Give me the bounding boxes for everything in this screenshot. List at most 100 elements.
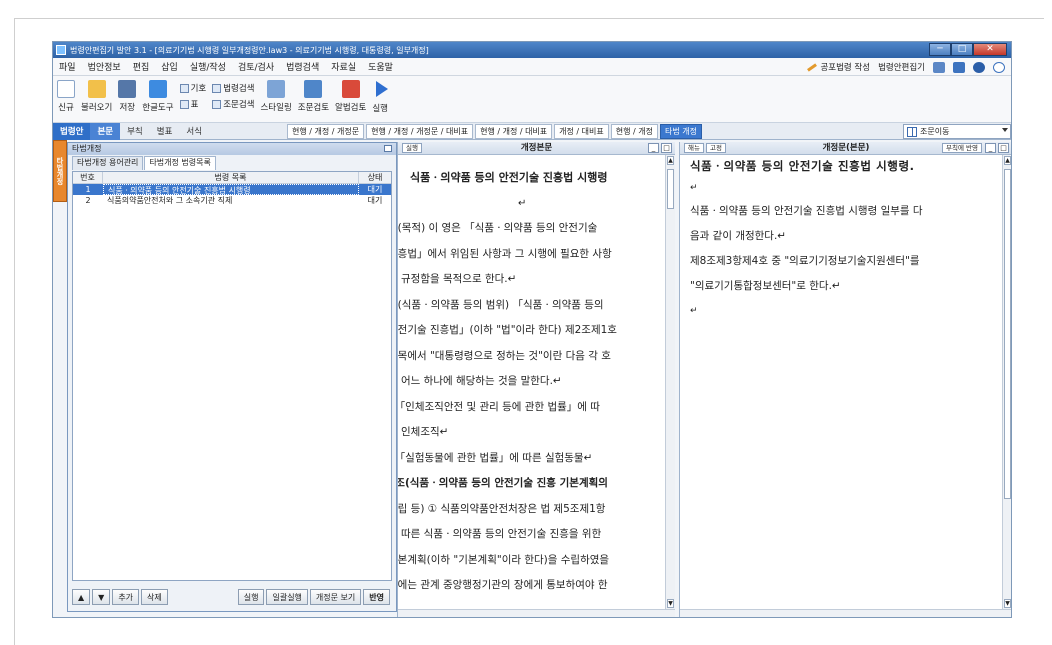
info-icon[interactable] (993, 61, 1005, 73)
revision-text-document[interactable]: 식품ㆍ의약품 등의 안전기술 진흥법 시행령. ↵ 식품ㆍ의약품 등의 안전기술… (690, 155, 1000, 609)
style-button[interactable]: 스타일링 (260, 80, 292, 113)
horizontal-scrollbar[interactable] (398, 609, 675, 617)
tab-current-revised-comparison[interactable]: 현행 / 개정 / 대비표 (475, 123, 553, 139)
users-icon[interactable] (953, 61, 965, 73)
add-button[interactable]: 추가 (112, 589, 140, 605)
tab-current-revised-text[interactable]: 현행 / 개정 / 개정문 (287, 123, 365, 139)
chevron-down-icon (1002, 128, 1008, 132)
tab-addenda[interactable]: 부칙 (120, 123, 150, 140)
menu-library[interactable]: 자료실 (325, 60, 362, 73)
panel-title: 타법개정 (72, 144, 102, 153)
pen-icon (807, 62, 818, 72)
vertical-scrollbar-2[interactable]: ▲ ▼ (1002, 155, 1011, 609)
tab-revised-comparison[interactable]: 개정 / 대비표 (554, 123, 609, 139)
row-no: 1 (85, 185, 91, 194)
menu-bill-info[interactable]: 법안정보 (82, 60, 127, 73)
doc-line: 제8조제3항제4호 중 "의료기기정보기술지원센터"를 (690, 255, 920, 267)
run-panel-button[interactable]: 실행 (237, 589, 265, 605)
pane-minimize-button[interactable]: _ (648, 143, 659, 153)
hangul-tool-label: 한글도구 (142, 103, 174, 113)
horizontal-scrollbar-2[interactable] (680, 609, 1011, 617)
doc-line: 의 어느 하나에 해당하는 것을 말한다.↵ (398, 375, 562, 387)
tab-terms-management[interactable]: 타법개정 용어관리 (72, 156, 144, 170)
doc-line: 안전기술 진흥법」(이하 "법"이라 한다) 제2조제1호 (398, 324, 617, 336)
vertical-scrollbar[interactable]: ▲ ▼ (665, 155, 675, 609)
doc-line: ↵ (690, 306, 698, 316)
open-label: 불러오기 (81, 103, 113, 113)
article-search-button[interactable]: 조문검색 (212, 98, 254, 110)
scroll-up-icon[interactable]: ▲ (1004, 156, 1011, 165)
tab-bill[interactable]: 법령안 (53, 122, 91, 140)
subordinate-review-label: 알법검토 (335, 103, 367, 113)
doc-line: 진흥법」에서 위임된 사항과 그 시행에 필요한 사항 (398, 247, 612, 260)
article-review-button[interactable]: 조문검토 (298, 80, 329, 113)
save-button[interactable]: 저장 (118, 80, 137, 113)
tab-body[interactable]: 본문 (90, 122, 121, 140)
row-law-name: 식품의약품안전처와 그 소속기관 직제 (107, 196, 233, 205)
column-law-list[interactable]: 법령 목록 (103, 172, 359, 183)
view-revision-button[interactable]: 개정문 보기 (309, 589, 362, 605)
tab-other-law-revision[interactable]: 타법 개정 (660, 123, 702, 139)
delete-button[interactable]: 삭제 (141, 589, 168, 605)
law-search-button[interactable]: 법령검색 (212, 82, 254, 94)
new-button[interactable]: 신규 (57, 80, 75, 113)
pane2-minimize-button[interactable]: _ (985, 143, 996, 153)
menu-help[interactable]: 도움말 (362, 60, 399, 73)
move-up-button[interactable]: ▲ (72, 589, 91, 605)
tab-current-revised[interactable]: 현행 / 개정 (610, 123, 658, 139)
vertical-tab-other-law[interactable]: 타법개정 (53, 140, 67, 202)
scroll-down-icon[interactable]: ▼ (667, 599, 674, 608)
menu-edit[interactable]: 편집 (127, 60, 156, 73)
minimize-button[interactable]: ─ (929, 43, 951, 56)
tab-law-list[interactable]: 타법개정 법령목록 (144, 156, 216, 170)
menu-law-search[interactable]: 법령검색 (280, 60, 325, 73)
column-status[interactable]: 상태 (359, 172, 391, 183)
article-review-icon (304, 80, 323, 98)
flag-icon[interactable] (933, 61, 945, 73)
tab-appendix[interactable]: 별표 (150, 123, 180, 140)
doc-line: 른 인체조직↵ (398, 426, 449, 438)
gear-icon[interactable] (973, 61, 985, 73)
menu-run-create[interactable]: 실행/작성 (184, 60, 232, 73)
column-no[interactable]: 번호 (73, 172, 103, 183)
new-label: 신규 (58, 103, 74, 113)
doc-line: 3조(식품ㆍ의약품 등의 안전기술 진흥 기본계획의 (398, 477, 608, 489)
subordinate-review-button[interactable]: 알법검토 (335, 80, 366, 113)
close-button[interactable]: ✕ (973, 43, 1007, 56)
promulgation-button[interactable]: 공포법령 작성 (807, 61, 870, 73)
reflect-addenda-button[interactable]: 부칙에 반영 (942, 143, 982, 153)
batch-run-button[interactable]: 일괄실행 (266, 589, 308, 605)
run-button[interactable]: 실행 (372, 80, 388, 114)
open-button[interactable]: 불러오기 (81, 80, 112, 113)
page-border-top (14, 18, 1044, 19)
table-row[interactable]: 2 식품의약품안전처와 그 소속기관 직제 대기 (73, 195, 391, 206)
symbol-button[interactable]: 기호 (179, 82, 206, 94)
article-move-select[interactable]: 조문이동 (903, 124, 1011, 139)
doc-line: 식품ㆍ의약품 등의 안전기술 진흥법 시행령 일부를 다 (690, 205, 923, 217)
menu-file[interactable]: 파일 (53, 60, 82, 73)
scroll-up-icon[interactable]: ▲ (667, 156, 674, 165)
symbol-icon (179, 83, 189, 93)
revised-body-document[interactable]: 식품ㆍ의약품 등의 안전기술 진흥법 시행령 ↵ 조(목적) 이 영은 「식품ㆍ… (398, 155, 665, 609)
hangul-tool-button[interactable]: 한글도구 (142, 80, 174, 113)
table-button[interactable]: 표 (179, 98, 207, 110)
scroll-down-icon[interactable]: ▼ (1004, 599, 1011, 608)
row-status: 대기 (367, 196, 383, 205)
menu-insert[interactable]: 삽입 (155, 60, 184, 73)
pane-maximize-button[interactable]: □ (661, 143, 672, 153)
style-icon (267, 80, 286, 98)
law-search-icon (212, 83, 222, 93)
tab-form[interactable]: 서식 (179, 123, 209, 140)
menu-review[interactable]: 검토/검사 (232, 60, 280, 73)
move-down-button[interactable]: ▼ (92, 589, 111, 605)
scroll-thumb[interactable] (1004, 169, 1011, 499)
maximize-button[interactable]: □ (951, 43, 973, 56)
pin-icon[interactable] (384, 145, 392, 152)
pane2-maximize-button[interactable]: □ (998, 143, 1009, 153)
table-row[interactable]: 1 식품ㆍ의약품 등의 안전기술 진흥법 시행령 대기 (73, 184, 391, 195)
tab-current-revised-text-comparison[interactable]: 현행 / 개정 / 개정문 / 대비표 (366, 123, 474, 139)
apply-button[interactable]: 반영 (363, 589, 390, 605)
app-window: 법령안편집기 발안 3.1 - [의료기기법 시행령 일부개정령안.law3 -… (52, 41, 1012, 618)
scroll-thumb[interactable] (667, 169, 674, 209)
article-move-label: 조문이동 (920, 127, 950, 136)
